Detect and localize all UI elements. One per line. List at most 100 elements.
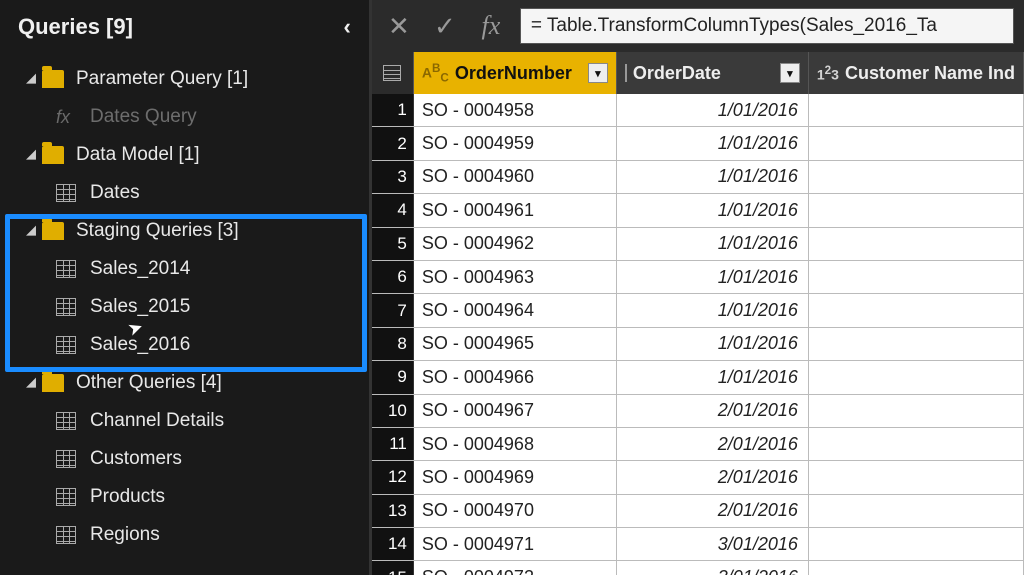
table-row[interactable]: 8SO - 00049651/01/2016 [372, 328, 1024, 361]
table-row[interactable]: 11SO - 00049682/01/2016 [372, 428, 1024, 461]
table-row[interactable]: 1SO - 00049581/01/2016 [372, 94, 1024, 127]
fx-icon[interactable]: fx [474, 9, 508, 43]
commit-button[interactable]: ✓ [428, 9, 462, 43]
cell-orderdate[interactable]: 1/01/2016 [617, 194, 809, 226]
query-item[interactable]: Regions [0, 516, 369, 554]
table-row[interactable]: 13SO - 00049702/01/2016 [372, 495, 1024, 528]
cell-ordernumber[interactable]: SO - 0004964 [414, 294, 617, 326]
collapse-icon[interactable]: ‹ [344, 14, 351, 40]
query-item[interactable]: Sales_2016 [0, 326, 369, 364]
cell-customer[interactable] [809, 228, 1024, 260]
cell-orderdate[interactable]: 2/01/2016 [617, 395, 809, 427]
query-item[interactable]: fxDates Query [0, 98, 369, 136]
filter-dropdown-icon[interactable]: ▾ [588, 63, 608, 83]
cancel-button[interactable]: ✕ [382, 9, 416, 43]
table-row[interactable]: 2SO - 00049591/01/2016 [372, 127, 1024, 160]
cell-ordernumber[interactable]: SO - 0004972 [414, 561, 617, 575]
cell-ordernumber[interactable]: SO - 0004962 [414, 228, 617, 260]
row-number[interactable]: 8 [372, 328, 414, 360]
cell-customer[interactable] [809, 528, 1024, 560]
queries-header[interactable]: Queries [9] ‹ [0, 0, 369, 60]
cell-orderdate[interactable]: 1/01/2016 [617, 261, 809, 293]
select-all-corner[interactable] [372, 52, 414, 94]
cell-ordernumber[interactable]: SO - 0004958 [414, 94, 617, 126]
query-item[interactable]: Sales_2014 [0, 250, 369, 288]
cell-orderdate[interactable]: 2/01/2016 [617, 495, 809, 527]
cell-orderdate[interactable]: 3/01/2016 [617, 561, 809, 575]
cell-orderdate[interactable]: 1/01/2016 [617, 328, 809, 360]
row-number[interactable]: 1 [372, 94, 414, 126]
cell-ordernumber[interactable]: SO - 0004960 [414, 161, 617, 193]
query-item[interactable]: Sales_2015 [0, 288, 369, 326]
cell-ordernumber[interactable]: SO - 0004966 [414, 361, 617, 393]
cell-customer[interactable] [809, 428, 1024, 460]
table-row[interactable]: 9SO - 00049661/01/2016 [372, 361, 1024, 394]
cell-ordernumber[interactable]: SO - 0004963 [414, 261, 617, 293]
cell-customer[interactable] [809, 127, 1024, 159]
table-row[interactable]: 12SO - 00049692/01/2016 [372, 461, 1024, 494]
table-row[interactable]: 15SO - 00049723/01/2016 [372, 561, 1024, 575]
cell-customer[interactable] [809, 161, 1024, 193]
cell-customer[interactable] [809, 495, 1024, 527]
table-row[interactable]: 14SO - 00049713/01/2016 [372, 528, 1024, 561]
row-number[interactable]: 6 [372, 261, 414, 293]
cell-ordernumber[interactable]: SO - 0004968 [414, 428, 617, 460]
table-row[interactable]: 7SO - 00049641/01/2016 [372, 294, 1024, 327]
row-number[interactable]: 5 [372, 228, 414, 260]
row-number[interactable]: 4 [372, 194, 414, 226]
row-number[interactable]: 15 [372, 561, 414, 575]
cell-customer[interactable] [809, 461, 1024, 493]
row-number[interactable]: 13 [372, 495, 414, 527]
cell-orderdate[interactable]: 1/01/2016 [617, 294, 809, 326]
cell-ordernumber[interactable]: SO - 0004965 [414, 328, 617, 360]
cell-orderdate[interactable]: 3/01/2016 [617, 528, 809, 560]
cell-customer[interactable] [809, 561, 1024, 575]
cell-ordernumber[interactable]: SO - 0004971 [414, 528, 617, 560]
filter-dropdown-icon[interactable]: ▾ [780, 63, 800, 83]
data-grid[interactable]: 1SO - 00049581/01/20162SO - 00049591/01/… [372, 94, 1024, 575]
column-header-ordernumber[interactable]: ABC OrderNumber ▾ [414, 52, 617, 94]
cell-ordernumber[interactable]: SO - 0004970 [414, 495, 617, 527]
query-item[interactable]: Dates [0, 174, 369, 212]
query-item[interactable]: Customers [0, 440, 369, 478]
cell-orderdate[interactable]: 1/01/2016 [617, 361, 809, 393]
cell-customer[interactable] [809, 261, 1024, 293]
table-row[interactable]: 10SO - 00049672/01/2016 [372, 395, 1024, 428]
formula-input[interactable]: = Table.TransformColumnTypes(Sales_2016_… [520, 8, 1014, 44]
row-number[interactable]: 2 [372, 127, 414, 159]
cell-ordernumber[interactable]: SO - 0004967 [414, 395, 617, 427]
table-row[interactable]: 6SO - 00049631/01/2016 [372, 261, 1024, 294]
cell-customer[interactable] [809, 395, 1024, 427]
column-header-customer[interactable]: 123 Customer Name Ind [809, 52, 1024, 94]
cell-orderdate[interactable]: 2/01/2016 [617, 428, 809, 460]
table-row[interactable]: 5SO - 00049621/01/2016 [372, 228, 1024, 261]
row-number[interactable]: 7 [372, 294, 414, 326]
folder-0[interactable]: ◢Parameter Query [1] [0, 60, 369, 98]
row-number[interactable]: 14 [372, 528, 414, 560]
cell-orderdate[interactable]: 1/01/2016 [617, 228, 809, 260]
query-item[interactable]: Products [0, 478, 369, 516]
table-row[interactable]: 4SO - 00049611/01/2016 [372, 194, 1024, 227]
cell-customer[interactable] [809, 194, 1024, 226]
cell-customer[interactable] [809, 361, 1024, 393]
row-number[interactable]: 9 [372, 361, 414, 393]
row-number[interactable]: 12 [372, 461, 414, 493]
cell-orderdate[interactable]: 2/01/2016 [617, 461, 809, 493]
cell-orderdate[interactable]: 1/01/2016 [617, 161, 809, 193]
folder-2[interactable]: ◢Staging Queries [3] [0, 212, 369, 250]
cell-customer[interactable] [809, 94, 1024, 126]
cell-ordernumber[interactable]: SO - 0004961 [414, 194, 617, 226]
cell-orderdate[interactable]: 1/01/2016 [617, 127, 809, 159]
row-number[interactable]: 3 [372, 161, 414, 193]
cell-customer[interactable] [809, 328, 1024, 360]
folder-3[interactable]: ◢Other Queries [4] [0, 364, 369, 402]
row-number[interactable]: 11 [372, 428, 414, 460]
column-header-orderdate[interactable]: OrderDate ▾ [617, 52, 809, 94]
row-number[interactable]: 10 [372, 395, 414, 427]
cell-ordernumber[interactable]: SO - 0004959 [414, 127, 617, 159]
cell-ordernumber[interactable]: SO - 0004969 [414, 461, 617, 493]
folder-1[interactable]: ◢Data Model [1] [0, 136, 369, 174]
cell-customer[interactable] [809, 294, 1024, 326]
table-row[interactable]: 3SO - 00049601/01/2016 [372, 161, 1024, 194]
query-item[interactable]: Channel Details [0, 402, 369, 440]
